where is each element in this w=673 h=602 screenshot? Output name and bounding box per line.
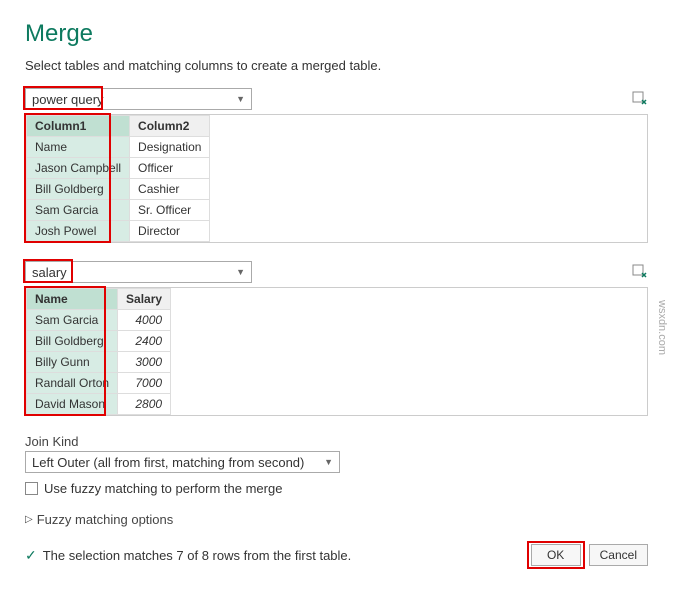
cell: Josh Powel: [27, 221, 130, 242]
fuzzy-options-expander[interactable]: ▷ Fuzzy matching options: [25, 512, 648, 527]
cell: Jason Campbell: [27, 158, 130, 179]
table1-select-value: power query: [32, 92, 104, 107]
join-kind-select[interactable]: Left Outer (all from first, matching fro…: [25, 451, 340, 473]
chevron-down-icon: ▼: [324, 457, 333, 467]
join-kind-label: Join Kind: [25, 434, 648, 449]
table-settings-icon[interactable]: [632, 91, 648, 107]
cell: 2800: [118, 394, 171, 415]
cell: Bill Goldberg: [27, 331, 118, 352]
subtitle: Select tables and matching columns to cr…: [25, 58, 648, 73]
table2-select[interactable]: salary ▼: [25, 261, 252, 283]
fuzzy-checkbox-label: Use fuzzy matching to perform the merge: [44, 481, 282, 496]
cell: Randall Orton: [27, 373, 118, 394]
cell: Cashier: [130, 179, 210, 200]
cell: 2400: [118, 331, 171, 352]
table1-preview[interactable]: Column1 Column2 NameDesignation Jason Ca…: [25, 114, 648, 243]
table-settings-icon[interactable]: [632, 264, 648, 280]
join-kind-value: Left Outer (all from first, matching fro…: [32, 455, 304, 470]
cell: Sam Garcia: [27, 200, 130, 221]
triangle-right-icon: ▷: [25, 514, 33, 525]
table2-preview[interactable]: Name Salary Sam Garcia4000 Bill Goldberg…: [25, 287, 648, 416]
cell: Sr. Officer: [130, 200, 210, 221]
fuzzy-checkbox[interactable]: [25, 482, 38, 495]
cell: Bill Goldberg: [27, 179, 130, 200]
cell: Sam Garcia: [27, 310, 118, 331]
cell: Name: [27, 137, 130, 158]
table2-col1-header[interactable]: Name: [27, 289, 118, 310]
table1-select[interactable]: power query ▼: [25, 88, 252, 110]
page-title: Merge: [25, 20, 648, 48]
cell: Billy Gunn: [27, 352, 118, 373]
watermark: wsxdn.com: [656, 300, 668, 355]
cell: David Mason: [27, 394, 118, 415]
cell: 3000: [118, 352, 171, 373]
table1-col1-header[interactable]: Column1: [27, 116, 130, 137]
cell: Designation: [130, 137, 210, 158]
chevron-down-icon: ▼: [236, 94, 245, 104]
table2-select-value: salary: [32, 265, 67, 280]
table2-col2-header[interactable]: Salary: [118, 289, 171, 310]
cell: Officer: [130, 158, 210, 179]
chevron-down-icon: ▼: [236, 267, 245, 277]
cell: 7000: [118, 373, 171, 394]
ok-button[interactable]: OK: [531, 544, 581, 566]
table1-col2-header[interactable]: Column2: [130, 116, 210, 137]
cell: Director: [130, 221, 210, 242]
cell: 4000: [118, 310, 171, 331]
cancel-button[interactable]: Cancel: [589, 544, 648, 566]
fuzzy-options-label: Fuzzy matching options: [37, 512, 174, 527]
